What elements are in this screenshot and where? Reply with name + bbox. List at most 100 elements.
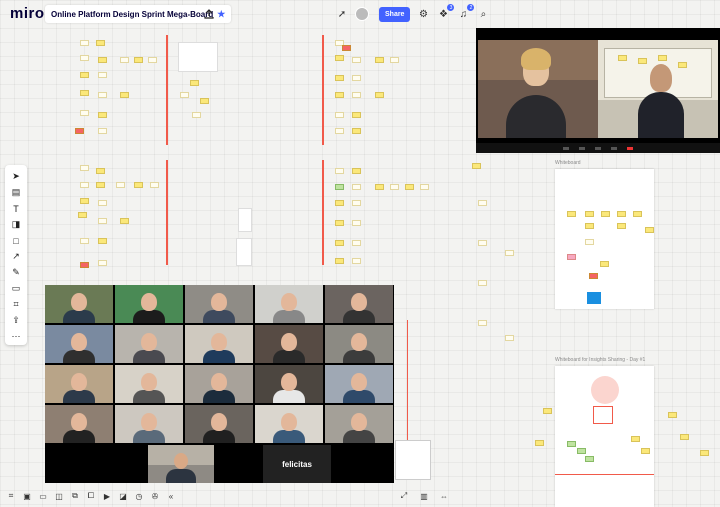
sticky-note[interactable] xyxy=(80,238,89,244)
sticky-note[interactable] xyxy=(80,262,89,268)
mute-icon[interactable] xyxy=(563,146,569,150)
sticky-note[interactable] xyxy=(150,182,159,188)
sticky-note[interactable] xyxy=(98,238,107,244)
sticky-note[interactable] xyxy=(120,92,129,98)
sticky-note[interactable] xyxy=(375,184,384,190)
sticky-note[interactable] xyxy=(180,92,189,98)
sticky-note[interactable] xyxy=(335,112,344,118)
sticky-note[interactable] xyxy=(335,55,344,61)
timer-icon[interactable]: ◷ xyxy=(133,490,145,502)
sticky-note[interactable] xyxy=(478,200,487,206)
sticky-note[interactable] xyxy=(352,184,361,190)
sticky-note[interactable] xyxy=(96,168,105,174)
doc-frame[interactable] xyxy=(238,208,252,232)
sticky-note[interactable] xyxy=(390,57,399,63)
more-icon[interactable]: ⋯ xyxy=(9,330,23,343)
sticky-note[interactable] xyxy=(335,240,344,246)
screen-share-icon[interactable]: ⧠ xyxy=(85,490,97,502)
collapse-icon[interactable]: « xyxy=(165,490,177,502)
sticky-note[interactable] xyxy=(420,184,429,190)
apps-icon[interactable]: ⌗ xyxy=(5,490,17,502)
comment-icon[interactable]: ▭ xyxy=(9,282,23,295)
template-icon[interactable]: ▤ xyxy=(9,186,23,199)
shape-tool-icon[interactable]: □ xyxy=(9,234,23,247)
voting-icon[interactable]: ✇ xyxy=(149,490,161,502)
sticky-note[interactable] xyxy=(700,450,709,456)
sticky-note[interactable] xyxy=(80,72,89,78)
sticky-note[interactable] xyxy=(335,92,344,98)
video-call-window[interactable] xyxy=(476,28,720,153)
sticky-note[interactable] xyxy=(390,184,399,190)
frame-tool-icon[interactable]: ⌗ xyxy=(9,298,23,311)
sticky-note[interactable] xyxy=(335,184,344,190)
sticky-note[interactable] xyxy=(80,40,89,46)
settings-icon[interactable]: ⚙ xyxy=(416,7,430,21)
upload-icon[interactable] xyxy=(200,5,218,23)
sticky-note[interactable] xyxy=(96,182,105,188)
activity-icon[interactable]: ❖ 3 xyxy=(436,4,455,21)
sticky-note[interactable] xyxy=(352,200,361,206)
sticky-note[interactable] xyxy=(98,128,107,134)
chat-icon[interactable]: ▭ xyxy=(37,490,49,502)
sticky-note[interactable] xyxy=(78,212,87,218)
sticky-note[interactable] xyxy=(120,57,129,63)
cards-icon[interactable]: ◫ xyxy=(53,490,65,502)
sticky-note[interactable] xyxy=(98,57,107,63)
sticky-note[interactable] xyxy=(505,250,514,256)
text-tool-icon[interactable]: T xyxy=(9,202,23,215)
sticky-note[interactable] xyxy=(342,45,351,51)
sticky-note[interactable] xyxy=(472,163,481,169)
sticky-note[interactable] xyxy=(134,57,143,63)
comments-icon[interactable]: ◪ xyxy=(117,490,129,502)
share-screen-icon[interactable] xyxy=(611,146,617,150)
sticky-note[interactable] xyxy=(335,258,344,264)
sticky-note[interactable] xyxy=(98,260,107,266)
frames-icon[interactable]: ⧉ xyxy=(69,490,81,502)
sticky-note[interactable] xyxy=(375,92,384,98)
video-gallery[interactable]: felicitas xyxy=(45,285,394,483)
sticky-note-icon[interactable]: ◨ xyxy=(9,218,23,231)
sticky-note[interactable] xyxy=(352,112,361,118)
sticky-note[interactable] xyxy=(478,280,487,286)
sticky-note[interactable] xyxy=(352,220,361,226)
select-tool-icon[interactable]: ➤ xyxy=(9,170,23,183)
whiteboard-frame[interactable] xyxy=(555,169,654,309)
sticky-note[interactable] xyxy=(98,200,107,206)
participants-icon[interactable] xyxy=(595,146,601,150)
sticky-note[interactable] xyxy=(98,92,107,98)
sticky-note[interactable] xyxy=(80,165,89,171)
search-icon[interactable]: ⌕ xyxy=(476,7,490,21)
minimap[interactable] xyxy=(395,440,431,480)
sticky-note[interactable] xyxy=(405,184,414,190)
fullscreen-icon[interactable]: ⤢ xyxy=(398,490,410,502)
sticky-note[interactable] xyxy=(352,92,361,98)
sticky-note[interactable] xyxy=(478,320,487,326)
sticky-note[interactable] xyxy=(535,440,544,446)
whiteboard2-frame[interactable] xyxy=(555,366,654,507)
sticky-note[interactable] xyxy=(352,128,361,134)
sticky-note[interactable] xyxy=(200,98,209,104)
map-icon[interactable]: ▥ xyxy=(418,490,430,502)
sticky-note[interactable] xyxy=(120,218,129,224)
sticky-note[interactable] xyxy=(335,75,344,81)
share-button[interactable]: Share xyxy=(379,6,411,22)
star-icon[interactable]: ★ xyxy=(217,9,225,20)
connector-icon[interactable]: ↗ xyxy=(9,250,23,263)
doc-frame[interactable] xyxy=(236,238,252,266)
sticky-note[interactable] xyxy=(543,408,552,414)
sticky-note[interactable] xyxy=(375,57,384,63)
fit-icon[interactable]: ⇔ xyxy=(438,490,450,502)
sticky-note[interactable] xyxy=(190,80,199,86)
upload-tool-icon[interactable]: ⇪ xyxy=(9,314,23,327)
sticky-note[interactable] xyxy=(116,182,125,188)
sticky-note[interactable] xyxy=(98,112,107,118)
sticky-note[interactable] xyxy=(352,258,361,264)
bell-icon[interactable]: ♫ 2 xyxy=(456,4,475,21)
sticky-note[interactable] xyxy=(335,200,344,206)
cursor-icon[interactable]: ➚ xyxy=(335,7,349,21)
sticky-note[interactable] xyxy=(75,128,84,134)
sticky-note[interactable] xyxy=(352,75,361,81)
sticky-note[interactable] xyxy=(134,182,143,188)
avatar[interactable] xyxy=(355,7,369,21)
sticky-note[interactable] xyxy=(478,240,487,246)
